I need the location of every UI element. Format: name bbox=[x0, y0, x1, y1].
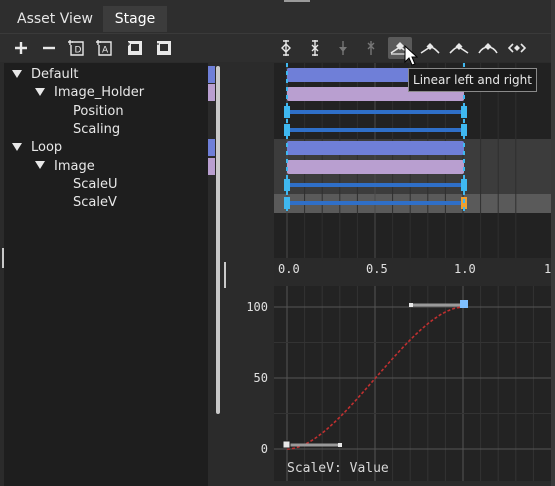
tree-item[interactable]: Scaling bbox=[73, 120, 120, 139]
time-ruler[interactable] bbox=[274, 258, 555, 286]
tree-item[interactable]: Image_Holder bbox=[35, 83, 144, 102]
curve-caption: ScaleV: Value bbox=[287, 461, 389, 476]
track-color-strip bbox=[208, 139, 215, 157]
animation-clip-bar bbox=[287, 160, 464, 174]
add-a-icon[interactable]: A bbox=[94, 37, 116, 59]
linear-left-icon[interactable] bbox=[418, 37, 442, 59]
ruler-label: 0.5 bbox=[366, 262, 388, 276]
expand-arrow-icon[interactable] bbox=[12, 142, 22, 151]
track-color-strip bbox=[208, 66, 215, 83]
film-remove-icon[interactable] bbox=[153, 37, 175, 59]
ruler-label: 0.0 bbox=[278, 262, 300, 276]
y-axis-label: 50 bbox=[253, 371, 268, 385]
expand-arrow-icon[interactable] bbox=[12, 69, 22, 78]
key-next-icon[interactable] bbox=[332, 37, 354, 59]
tree-item-label: Position bbox=[73, 103, 124, 119]
tree-item[interactable]: Default bbox=[12, 65, 79, 84]
left-splitter-handle[interactable] bbox=[2, 248, 4, 268]
svg-text:A: A bbox=[102, 46, 109, 56]
tree-item-label: Scaling bbox=[73, 121, 121, 137]
tree-item[interactable]: Image bbox=[35, 157, 95, 176]
timeline-view[interactable] bbox=[274, 63, 555, 258]
tree-item-label: ScaleV bbox=[73, 195, 117, 211]
keyframe-point bbox=[282, 440, 291, 449]
track-color-strip bbox=[208, 84, 215, 102]
tree-item-label: Default bbox=[31, 67, 79, 82]
mouse-cursor-icon bbox=[404, 45, 418, 66]
tree-item[interactable]: Position bbox=[73, 102, 124, 121]
y-axis-label: 0 bbox=[260, 442, 268, 456]
tree-item-label: Image_Holder bbox=[54, 85, 145, 101]
keyframe-point-selected bbox=[460, 300, 468, 308]
tree-scrollbar[interactable] bbox=[216, 66, 220, 414]
animation-clip-bar bbox=[287, 141, 464, 155]
smooth-icon[interactable] bbox=[476, 37, 500, 59]
tree-item-label: Image bbox=[54, 158, 95, 174]
svg-text:D: D bbox=[75, 46, 82, 56]
drag-grip[interactable] bbox=[284, 0, 310, 2]
y-axis-label: 100 bbox=[246, 300, 268, 314]
film-add-icon[interactable] bbox=[124, 37, 146, 59]
tangent-handle-end bbox=[338, 443, 342, 447]
tree-item-label: Loop bbox=[31, 140, 63, 156]
linear-right-icon[interactable] bbox=[447, 37, 471, 59]
curve-editor[interactable] bbox=[274, 286, 555, 481]
splitter-handle[interactable] bbox=[224, 262, 226, 288]
tab-stage[interactable]: Stage bbox=[103, 6, 167, 32]
expand-arrow-icon[interactable] bbox=[35, 87, 45, 96]
tab-asset-view[interactable]: Asset View bbox=[8, 6, 102, 32]
key-add-icon[interactable] bbox=[275, 37, 297, 59]
key-prev-icon[interactable] bbox=[360, 37, 382, 59]
tree-item[interactable]: ScaleV bbox=[73, 193, 117, 212]
plus-icon[interactable] bbox=[10, 37, 32, 59]
minus-icon[interactable] bbox=[38, 37, 60, 59]
key-remove-icon[interactable] bbox=[304, 37, 326, 59]
tooltip: Linear left and right bbox=[408, 68, 537, 92]
add-d-icon[interactable]: D bbox=[66, 37, 88, 59]
tangent-handle-end bbox=[409, 303, 413, 307]
tree-item[interactable]: ScaleU bbox=[73, 175, 118, 194]
step-icon[interactable] bbox=[505, 37, 529, 59]
expand-arrow-icon[interactable] bbox=[35, 161, 45, 169]
tree-item[interactable]: Loop bbox=[12, 138, 62, 157]
tree-item-label: ScaleU bbox=[73, 176, 118, 192]
track-color-strip bbox=[208, 157, 215, 175]
window-edge bbox=[551, 0, 555, 486]
ruler-label: 1.0 bbox=[454, 262, 476, 276]
